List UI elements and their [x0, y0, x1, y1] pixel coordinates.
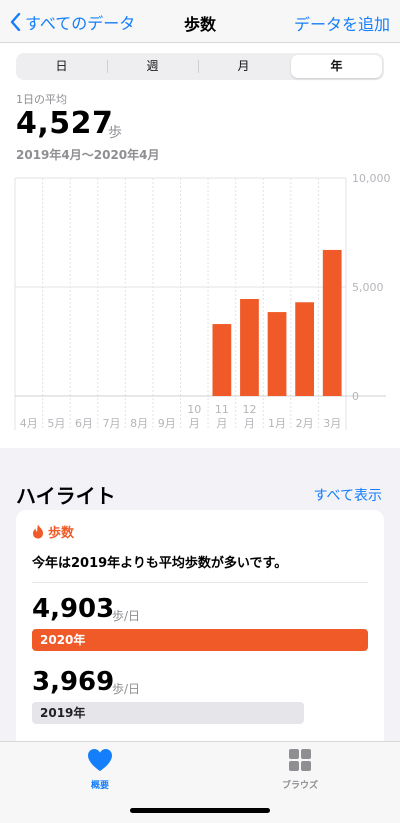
date-range: 2019年4月〜2020年4月 [16, 148, 160, 162]
y-tick-label: 5,000 [352, 281, 384, 294]
nav-bar: すべてのデータ 歩数 データを追加 [0, 0, 400, 43]
x-tick-label: 月 [244, 417, 255, 430]
flame-icon [33, 524, 43, 539]
x-tick-label: 7月 [103, 417, 121, 430]
x-tick-label: 9月 [158, 417, 176, 430]
card-tag-label: 歩数 [48, 526, 75, 541]
x-tick-label: 8月 [130, 417, 148, 430]
daily-average-label: 1日の平均 [16, 93, 67, 106]
card-summary-text: 今年は2019年よりも平均歩数が多いです。 [32, 556, 288, 571]
show-all-link[interactable]: すべて表示 [314, 485, 382, 505]
stat-2019-value: 3,969 [32, 667, 115, 697]
highlight-card[interactable]: 歩数 今年は2019年よりも平均歩数が多いです。 4,903 歩/日 2020年… [16, 510, 384, 750]
grid-icon [289, 749, 311, 771]
tab-summary[interactable]: 概要 [70, 748, 130, 791]
x-tick-label: 12 [242, 403, 256, 416]
add-data-button[interactable]: データを追加 [294, 11, 390, 35]
bar-2月 [295, 302, 315, 396]
bar-2019: 2019年 [32, 702, 304, 724]
segment-year[interactable]: 年 [291, 55, 382, 78]
x-tick-label: 1月 [268, 417, 286, 430]
y-tick-label: 0 [352, 390, 359, 403]
bar-1月 [267, 312, 287, 396]
bar-3月 [322, 249, 342, 396]
segment-day[interactable]: 日 [16, 53, 107, 80]
steps-bar-chart[interactable]: 10,0005,00004月 5月 6月 7月 8月 9月10月11月12月 1月 2月 3月 [0, 168, 400, 478]
bar-11月 [212, 324, 232, 396]
highlights-heading: ハイライト [16, 484, 116, 508]
x-tick-label: 10 [187, 403, 201, 416]
stat-2020-unit: 歩/日 [112, 609, 141, 623]
x-tick-label: 5月 [47, 417, 65, 430]
x-tick-label: 11 [215, 403, 229, 416]
tab-browse[interactable]: ブラウズ [270, 748, 330, 791]
x-tick-label: 2月 [296, 417, 314, 430]
card-tag: 歩数 [32, 522, 74, 541]
tab-summary-label: 概要 [90, 781, 109, 791]
stat-2019-unit: 歩/日 [112, 682, 141, 696]
segment-week[interactable]: 週 [107, 53, 198, 80]
bar-12月 [240, 298, 259, 396]
heart-icon [88, 749, 112, 771]
bar-2020: 2020年 [32, 629, 368, 651]
bar-2020-label: 2020年 [40, 633, 86, 647]
x-tick-label: 3月 [323, 417, 341, 430]
daily-average-value: 4,527 [16, 106, 114, 141]
x-tick-label: 月 [216, 417, 227, 430]
y-tick-label: 10,000 [352, 172, 391, 185]
x-tick-label: 4月 [20, 417, 38, 430]
card-divider [32, 582, 368, 583]
daily-average-unit: 歩 [108, 125, 122, 141]
tab-browse-label: ブラウズ [281, 781, 318, 791]
x-tick-label: 月 [189, 417, 200, 430]
summary-panel: 日 週 月 年 1日の平均 4,527 歩 2019年4月〜2020年4月 10… [0, 43, 400, 448]
period-segmented-control: 日 週 月 年 [16, 53, 384, 80]
bar-2019-label: 2019年 [40, 706, 86, 720]
x-tick-label: 6月 [75, 417, 93, 430]
home-indicator [130, 808, 270, 813]
segment-month[interactable]: 月 [198, 53, 289, 80]
stat-2020-value: 4,903 [32, 594, 115, 624]
